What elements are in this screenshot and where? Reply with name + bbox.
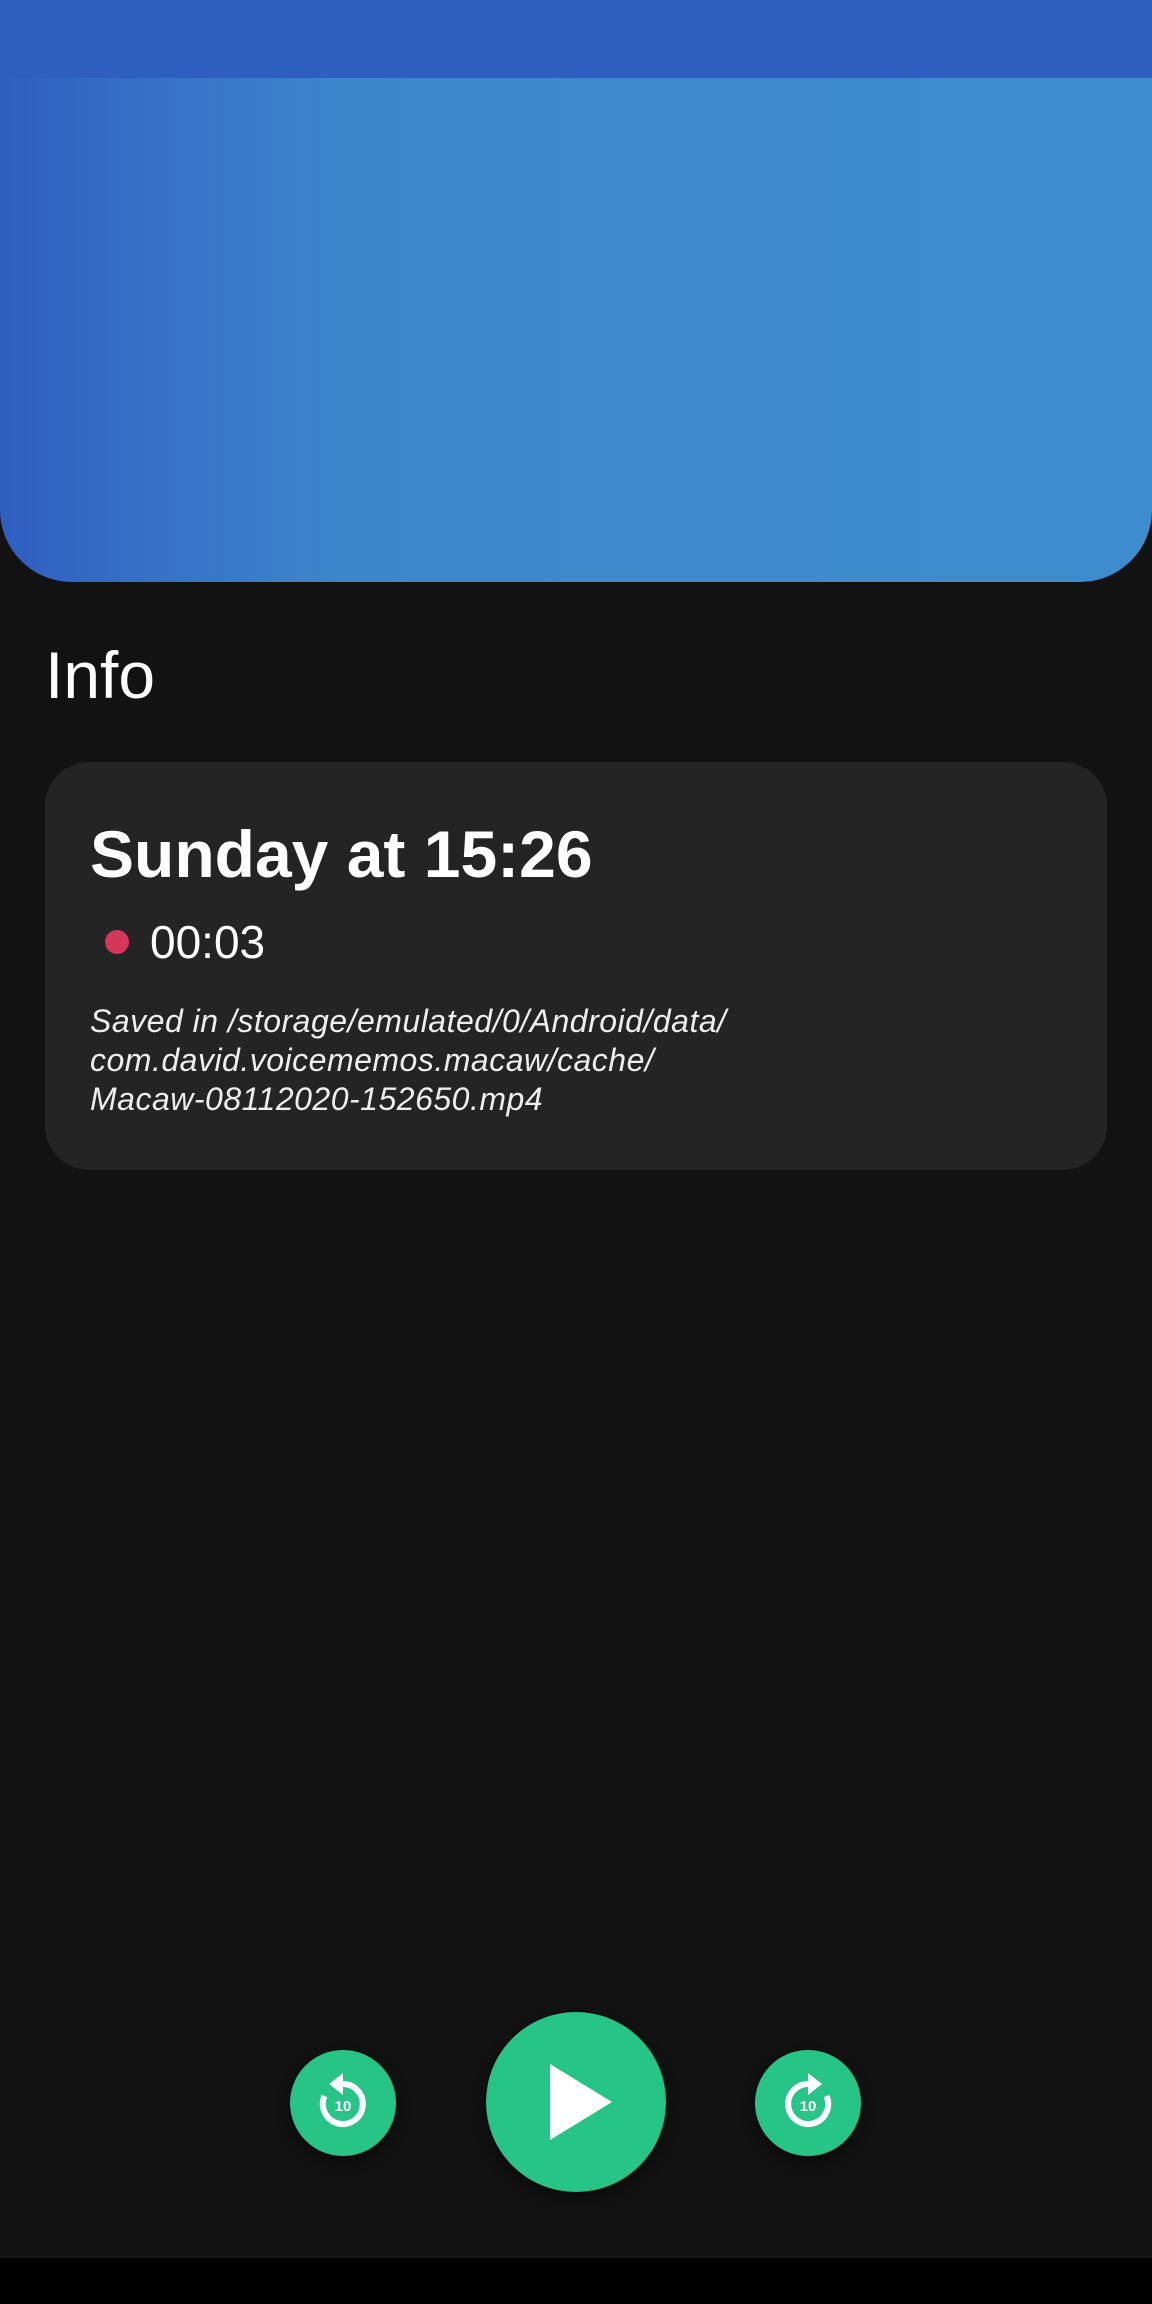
- play-button[interactable]: [486, 2012, 666, 2192]
- forward-seconds-label: 10: [800, 2098, 817, 2115]
- play-icon: [550, 2064, 612, 2140]
- rewind-button[interactable]: 10: [290, 2050, 396, 2156]
- recording-info-card: Sunday at 15:26 00:03 Saved in /storage/…: [45, 762, 1107, 1170]
- forward-10-icon: 10: [785, 2073, 832, 2127]
- duration-row: 00:03: [105, 912, 265, 972]
- forward-button[interactable]: 10: [755, 2050, 861, 2156]
- playback-controls: 10 10: [0, 2012, 1152, 2192]
- save-path: Saved in /storage/emulated/0/Android/dat…: [90, 1003, 727, 1117]
- status-bar: [0, 0, 1152, 78]
- header-banner: [0, 78, 1152, 582]
- navigation-bar: [0, 2258, 1152, 2304]
- recording-date: Sunday at 15:26: [90, 817, 593, 891]
- record-dot-icon: [105, 930, 129, 954]
- replay-10-icon: 10: [319, 2073, 366, 2127]
- recording-duration: 00:03: [150, 916, 266, 968]
- rewind-seconds-label: 10: [335, 2098, 352, 2115]
- section-title: Info: [45, 638, 156, 712]
